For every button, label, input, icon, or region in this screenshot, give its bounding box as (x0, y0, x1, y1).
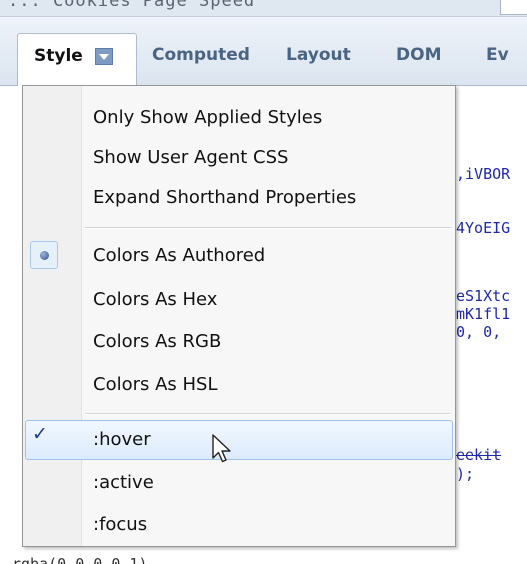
tab-layout[interactable]: Layout (286, 45, 351, 65)
css-code-line: mK1fl1 (456, 305, 511, 323)
chevron-down-icon[interactable] (95, 48, 113, 65)
css-code-line: eS1Xtc (456, 287, 511, 305)
menu-item-only-show-applied-styles[interactable]: Only Show Applied Styles (25, 98, 453, 138)
css-code-line-overridden: eekit (456, 446, 502, 464)
mouse-pointer-icon (212, 434, 231, 463)
tab-computed[interactable]: Computed (152, 45, 250, 65)
radio-dot-icon (40, 251, 49, 260)
menu-item-active-state[interactable]: :active (25, 463, 453, 503)
menu-item-colors-as-rgb[interactable]: Colors As RGB (25, 322, 453, 362)
menu-item-show-user-agent-css[interactable]: Show User Agent CSS (25, 138, 453, 178)
menu-item-colors-as-hex[interactable]: Colors As Hex (25, 280, 453, 320)
tab-style[interactable]: Style (17, 33, 137, 86)
tab-style-label: Style (34, 46, 83, 66)
css-code-line: 0, 0, (456, 323, 502, 341)
menu-item-colors-as-hsl[interactable]: Colors As HSL (25, 365, 453, 405)
menu-separator (85, 413, 451, 415)
css-code-line-partial: rgba(0,0,0,0.1) (12, 555, 148, 564)
style-options-menu: Only Show Applied Styles Show User Agent… (22, 85, 456, 547)
checkmark-icon: ✓ (32, 423, 48, 445)
panel-tab-bar: Style Computed Layout DOM Ev (0, 17, 527, 86)
toolbar-fragment: ... Cookies Page Speed (8, 0, 256, 11)
menu-item-focus-state[interactable]: :focus (25, 505, 453, 545)
tab-dom[interactable]: DOM (396, 45, 441, 65)
menu-separator (85, 227, 451, 229)
toolbar-search-box-fragment[interactable] (500, 0, 527, 15)
css-code-line: ,iVBOR (456, 165, 511, 183)
tab-events[interactable]: Ev (486, 45, 509, 65)
menu-item-colors-as-authored[interactable]: Colors As Authored (25, 236, 453, 276)
top-toolbar-strip: ... Cookies Page Speed (0, 0, 527, 17)
radio-indicator (30, 241, 58, 269)
menu-item-expand-shorthand-properties[interactable]: Expand Shorthand Properties (25, 178, 453, 218)
menu-item-hover-state[interactable]: ✓ :hover (25, 420, 453, 460)
css-code-line: ); (456, 465, 475, 483)
css-code-line: 4YoEIG (456, 219, 511, 237)
